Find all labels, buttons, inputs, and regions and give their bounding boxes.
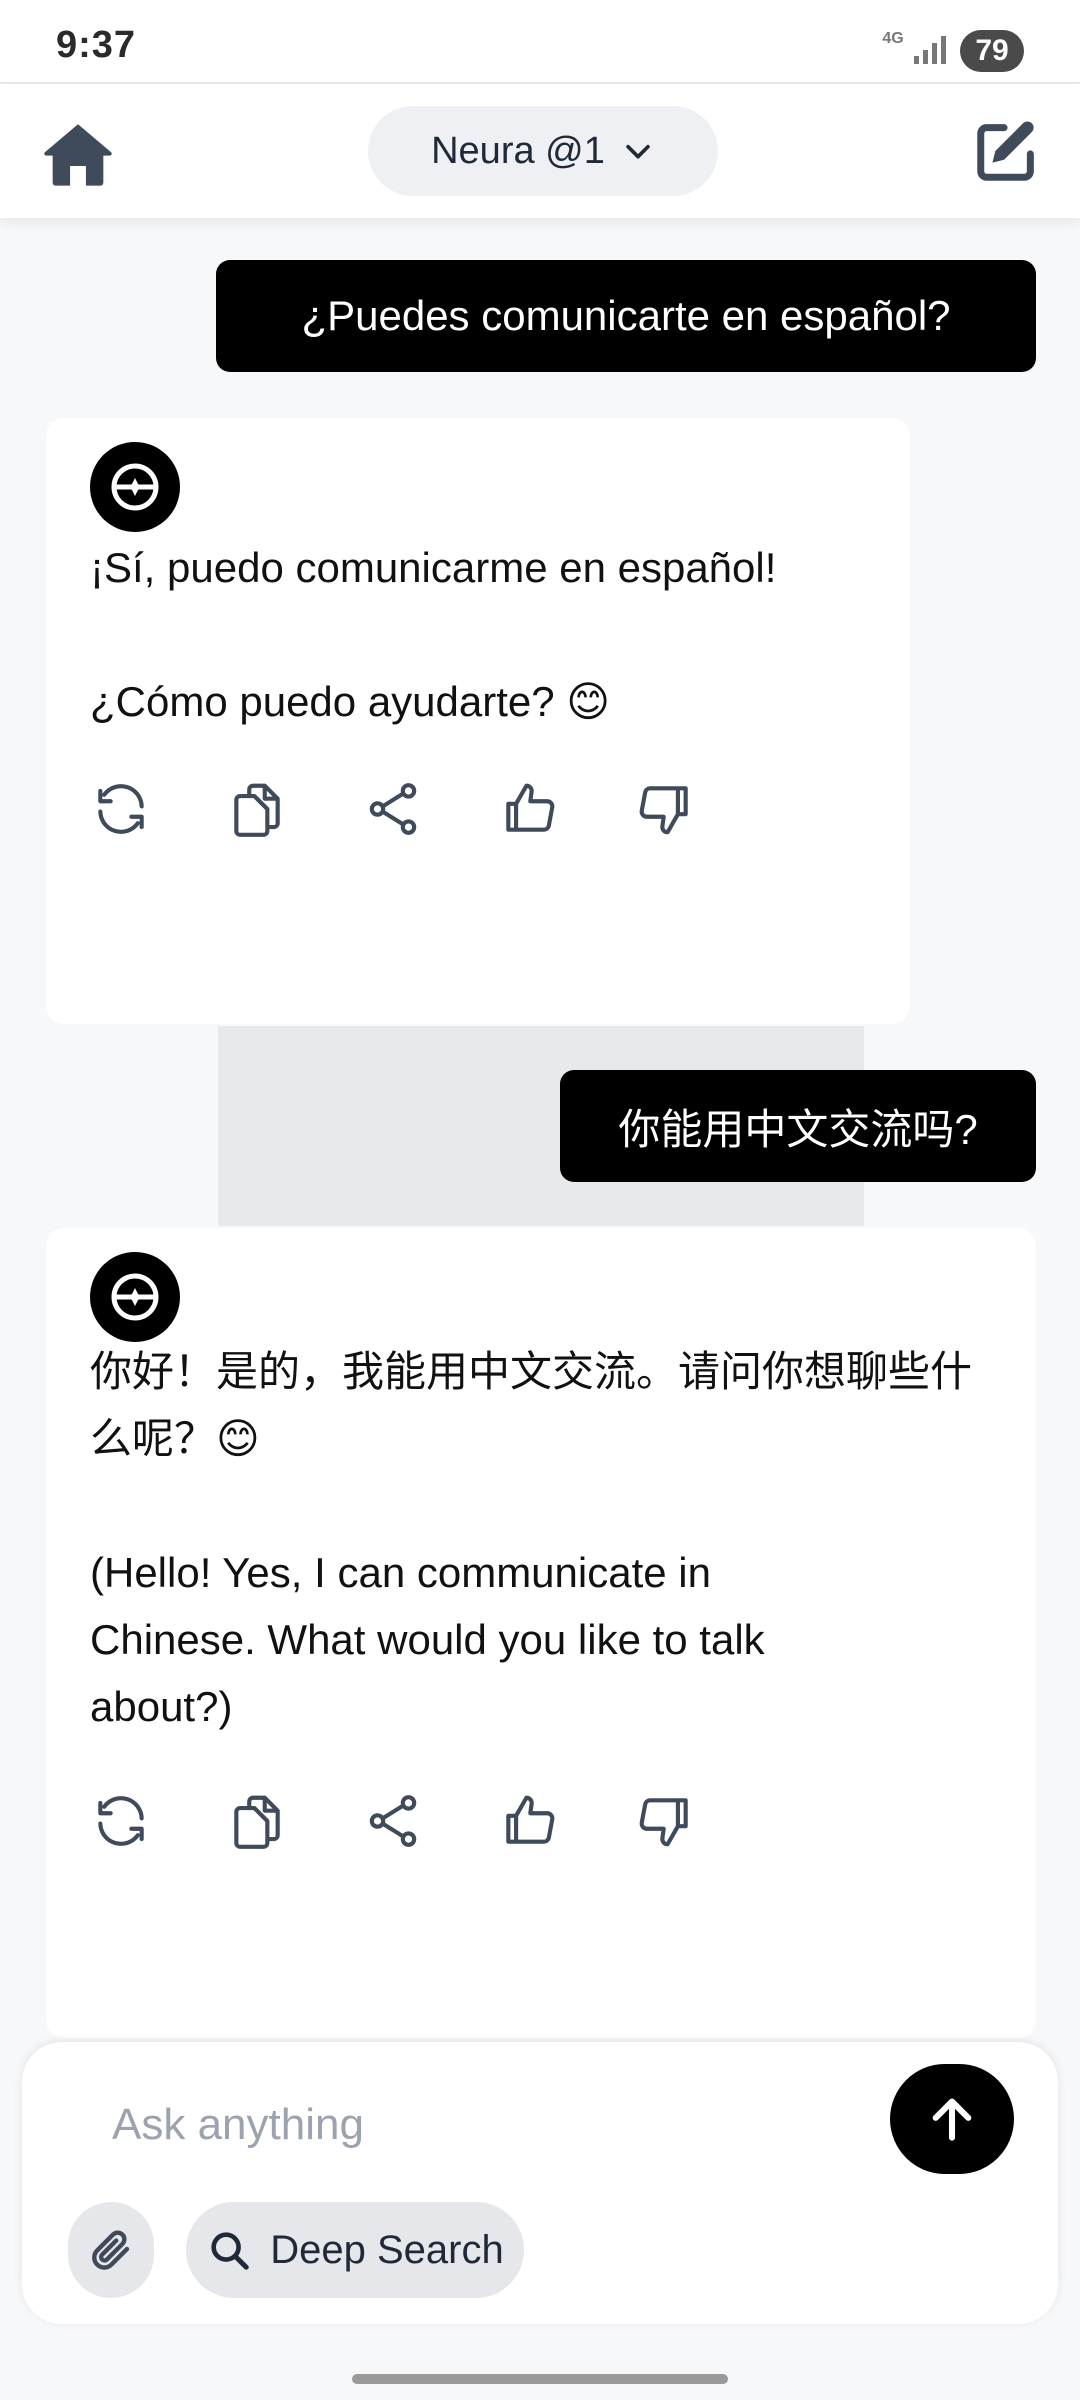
search-icon	[211, 2232, 249, 2270]
assistant-message: ¡Sí, puedo comunicarme en español! ¿Cómo…	[46, 418, 910, 1024]
message-composer: Deep Search	[22, 2042, 1058, 2324]
app-header: Neura @1	[0, 82, 1080, 218]
message-input[interactable]	[112, 2090, 852, 2160]
status-bar: 9:37 4G 79	[0, 0, 1080, 82]
home-button[interactable]	[40, 116, 116, 192]
user-message: 你能用中文交流吗?	[560, 1070, 1036, 1182]
status-time: 9:37	[56, 24, 137, 66]
message-actions	[90, 1790, 696, 1852]
paperclip-icon	[92, 2230, 130, 2270]
share-icon[interactable]	[362, 1790, 424, 1852]
attach-button[interactable]	[68, 2202, 154, 2298]
neura-logo-icon	[111, 1273, 159, 1321]
thumbs-up-icon[interactable]	[498, 778, 560, 840]
thumbs-down-icon[interactable]	[634, 778, 696, 840]
refresh-icon[interactable]	[90, 1790, 152, 1852]
refresh-icon[interactable]	[90, 778, 152, 840]
deep-search-label: Deep Search	[270, 2227, 504, 2272]
assistant-message-text: 你好！是的，我能用中文交流。请问你想聊些什 么呢？😊 (Hello! Yes, …	[90, 1348, 973, 1730]
assistant-avatar	[90, 1252, 180, 1342]
deep-search-button[interactable]: Deep Search	[186, 2202, 524, 2298]
home-indicator[interactable]	[352, 2374, 728, 2384]
arrow-up-icon	[932, 2098, 972, 2141]
copy-icon[interactable]	[226, 1790, 288, 1852]
share-icon[interactable]	[362, 778, 424, 840]
message-actions	[90, 778, 696, 840]
network-indicator: 4G	[882, 30, 904, 47]
user-message-text: 你能用中文交流吗?	[618, 1105, 978, 1153]
assistant-message: 你好！是的，我能用中文交流。请问你想聊些什 么呢？😊 (Hello! Yes, …	[46, 1228, 1036, 2038]
model-label: Neura @1	[431, 129, 605, 172]
assistant-message-text: ¡Sí, puedo comunicarme en español! ¿Cómo…	[90, 544, 777, 725]
new-chat-button[interactable]	[972, 116, 1042, 186]
copy-icon[interactable]	[226, 778, 288, 840]
model-selector[interactable]: Neura @1	[368, 106, 718, 196]
edit-icon	[977, 121, 1034, 181]
battery-indicator: 79	[960, 30, 1024, 72]
neura-logo-icon	[111, 463, 159, 511]
send-button[interactable]	[890, 2064, 1014, 2174]
user-message: ¿Puedes comunicarte en español?	[216, 260, 1036, 372]
signal-icon	[914, 36, 946, 64]
chevron-down-icon	[626, 144, 650, 159]
thumbs-down-icon[interactable]	[634, 1790, 696, 1852]
thumbs-up-icon[interactable]	[498, 1790, 560, 1852]
assistant-avatar	[90, 442, 180, 532]
user-message-text: ¿Puedes comunicarte en español?	[301, 292, 951, 339]
home-icon	[44, 124, 112, 186]
